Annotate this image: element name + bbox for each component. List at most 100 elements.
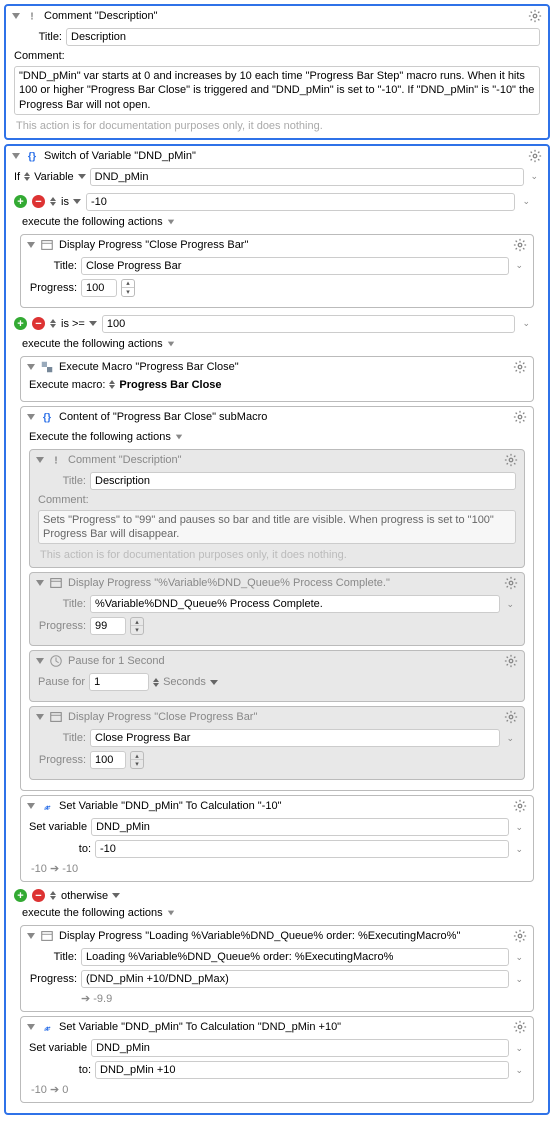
condition-value-input[interactable] — [102, 315, 516, 333]
updown-icon[interactable] — [109, 380, 115, 389]
disclosure-toggle[interactable] — [36, 580, 44, 586]
progress-value-input[interactable] — [90, 617, 126, 635]
macro-name[interactable]: Progress Bar Close — [119, 379, 221, 391]
gear-icon[interactable] — [513, 799, 527, 813]
operator-selector[interactable]: is — [61, 196, 81, 208]
operator-selector[interactable]: is >= — [61, 318, 97, 330]
add-case-button[interactable]: + — [14, 195, 27, 208]
disclosure-toggle[interactable] — [27, 1024, 35, 1030]
field-dropdown-icon[interactable]: ⌄ — [513, 952, 525, 963]
disclosure-toggle[interactable] — [176, 434, 182, 439]
svg-text:!: ! — [30, 11, 34, 23]
field-dropdown-icon[interactable]: ⌄ — [528, 171, 540, 182]
field-dropdown-icon[interactable]: ⌄ — [513, 1065, 525, 1076]
gear-icon[interactable] — [504, 654, 518, 668]
gear-icon[interactable] — [513, 410, 527, 424]
calculation-input[interactable] — [95, 840, 509, 858]
variable-selector[interactable]: Variable — [34, 171, 86, 183]
gear-icon[interactable] — [504, 710, 518, 724]
variable-name-input[interactable] — [90, 168, 525, 186]
add-case-button[interactable]: + — [14, 317, 27, 330]
variable-x-icon: 𝓍 — [40, 799, 54, 813]
disclosure-toggle[interactable] — [36, 714, 44, 720]
disclosure-toggle[interactable] — [27, 803, 35, 809]
stepper[interactable]: ▴▾ — [121, 279, 135, 297]
updown-icon[interactable] — [50, 891, 56, 900]
gear-icon[interactable] — [504, 576, 518, 590]
title-input[interactable] — [90, 472, 516, 490]
field-dropdown-icon[interactable]: ⌄ — [520, 196, 532, 207]
stepper[interactable]: ▴▾ — [130, 617, 144, 635]
remove-case-button[interactable]: − — [32, 317, 45, 330]
clock-icon — [49, 654, 63, 668]
field-dropdown-icon[interactable]: ⌄ — [513, 974, 525, 985]
field-dropdown-icon[interactable]: ⌄ — [504, 599, 516, 610]
field-dropdown-icon[interactable]: ⌄ — [513, 260, 525, 271]
gear-icon[interactable] — [504, 453, 518, 467]
action-title: Execute Macro "Progress Bar Close" — [59, 361, 508, 373]
field-dropdown-icon[interactable]: ⌄ — [513, 1043, 525, 1054]
comment-textarea[interactable]: Sets "Progress" to "99" and pauses so ba… — [38, 510, 516, 545]
display-progress-action-complete: Display Progress "%Variable%DND_Queue% P… — [29, 572, 525, 646]
action-title: Display Progress "Close Progress Bar" — [68, 711, 499, 723]
progress-value-input[interactable] — [81, 279, 117, 297]
gear-icon[interactable] — [513, 238, 527, 252]
disclosure-toggle[interactable] — [12, 13, 20, 19]
disclosure-toggle[interactable] — [12, 153, 20, 159]
progress-title-input[interactable] — [90, 729, 500, 747]
pause-action: Pause for 1 Second Pause forSeconds — [29, 650, 525, 702]
progress-value-input[interactable] — [81, 970, 509, 988]
action-note: This action is for documentation purpose… — [14, 118, 540, 132]
updown-icon[interactable] — [50, 197, 56, 206]
comment-label: Comment: — [14, 50, 65, 62]
field-dropdown-icon[interactable]: ⌄ — [504, 733, 516, 744]
updown-icon[interactable] — [24, 172, 30, 181]
progress-title-input[interactable] — [81, 948, 509, 966]
set-variable-label: Set variable — [29, 821, 87, 833]
updown-icon[interactable] — [50, 319, 56, 328]
disclosure-toggle[interactable] — [36, 457, 44, 463]
comment-textarea[interactable]: "DND_pMin" var starts at 0 and increases… — [14, 66, 540, 115]
disclosure-toggle[interactable] — [36, 658, 44, 664]
display-progress-action-loading: Display Progress "Loading %Variable%DND_… — [20, 925, 534, 1012]
remove-case-button[interactable]: − — [32, 195, 45, 208]
action-title: Switch of Variable "DND_pMin" — [44, 150, 523, 162]
action-note: This action is for documentation purpose… — [38, 547, 516, 561]
disclosure-toggle[interactable] — [27, 933, 35, 939]
field-dropdown-icon[interactable]: ⌄ — [520, 318, 532, 329]
updown-icon[interactable] — [153, 678, 159, 687]
progress-title-input[interactable] — [81, 257, 509, 275]
progress-label: Progress: — [29, 282, 77, 294]
remove-case-button[interactable]: − — [32, 889, 45, 902]
calculation-input[interactable] — [95, 1061, 509, 1079]
disclosure-toggle[interactable] — [27, 364, 35, 370]
title-input[interactable] — [66, 28, 540, 46]
disclosure-toggle[interactable] — [27, 414, 35, 420]
progress-title-input[interactable] — [90, 595, 500, 613]
title-label: Title: — [29, 260, 77, 272]
gear-icon[interactable] — [528, 9, 542, 23]
disclosure-toggle[interactable] — [27, 242, 35, 248]
field-dropdown-icon[interactable]: ⌄ — [513, 822, 525, 833]
operator-selector[interactable]: otherwise — [61, 890, 120, 902]
gear-icon[interactable] — [513, 360, 527, 374]
disclosure-toggle[interactable] — [167, 911, 173, 916]
variable-name-input[interactable] — [91, 1039, 509, 1057]
condition-value-input[interactable] — [86, 193, 516, 211]
display-progress-action-close-2: Display Progress "Close Progress Bar" Ti… — [29, 706, 525, 780]
gear-icon[interactable] — [513, 929, 527, 943]
execute-label: execute the following actions — [22, 907, 163, 919]
disclosure-toggle[interactable] — [167, 219, 173, 224]
gear-icon[interactable] — [528, 149, 542, 163]
stepper[interactable]: ▴▾ — [130, 751, 144, 769]
unit-selector[interactable]: Seconds — [163, 676, 218, 688]
progress-value-input[interactable] — [90, 751, 126, 769]
display-progress-action: Display Progress "Close Progress Bar" Ti… — [20, 234, 534, 308]
pause-value-input[interactable] — [89, 673, 149, 691]
action-title: Display Progress "%Variable%DND_Queue% P… — [68, 577, 499, 589]
variable-name-input[interactable] — [91, 818, 509, 836]
field-dropdown-icon[interactable]: ⌄ — [513, 844, 525, 855]
disclosure-toggle[interactable] — [167, 341, 173, 346]
gear-icon[interactable] — [513, 1020, 527, 1034]
add-case-button[interactable]: + — [14, 889, 27, 902]
